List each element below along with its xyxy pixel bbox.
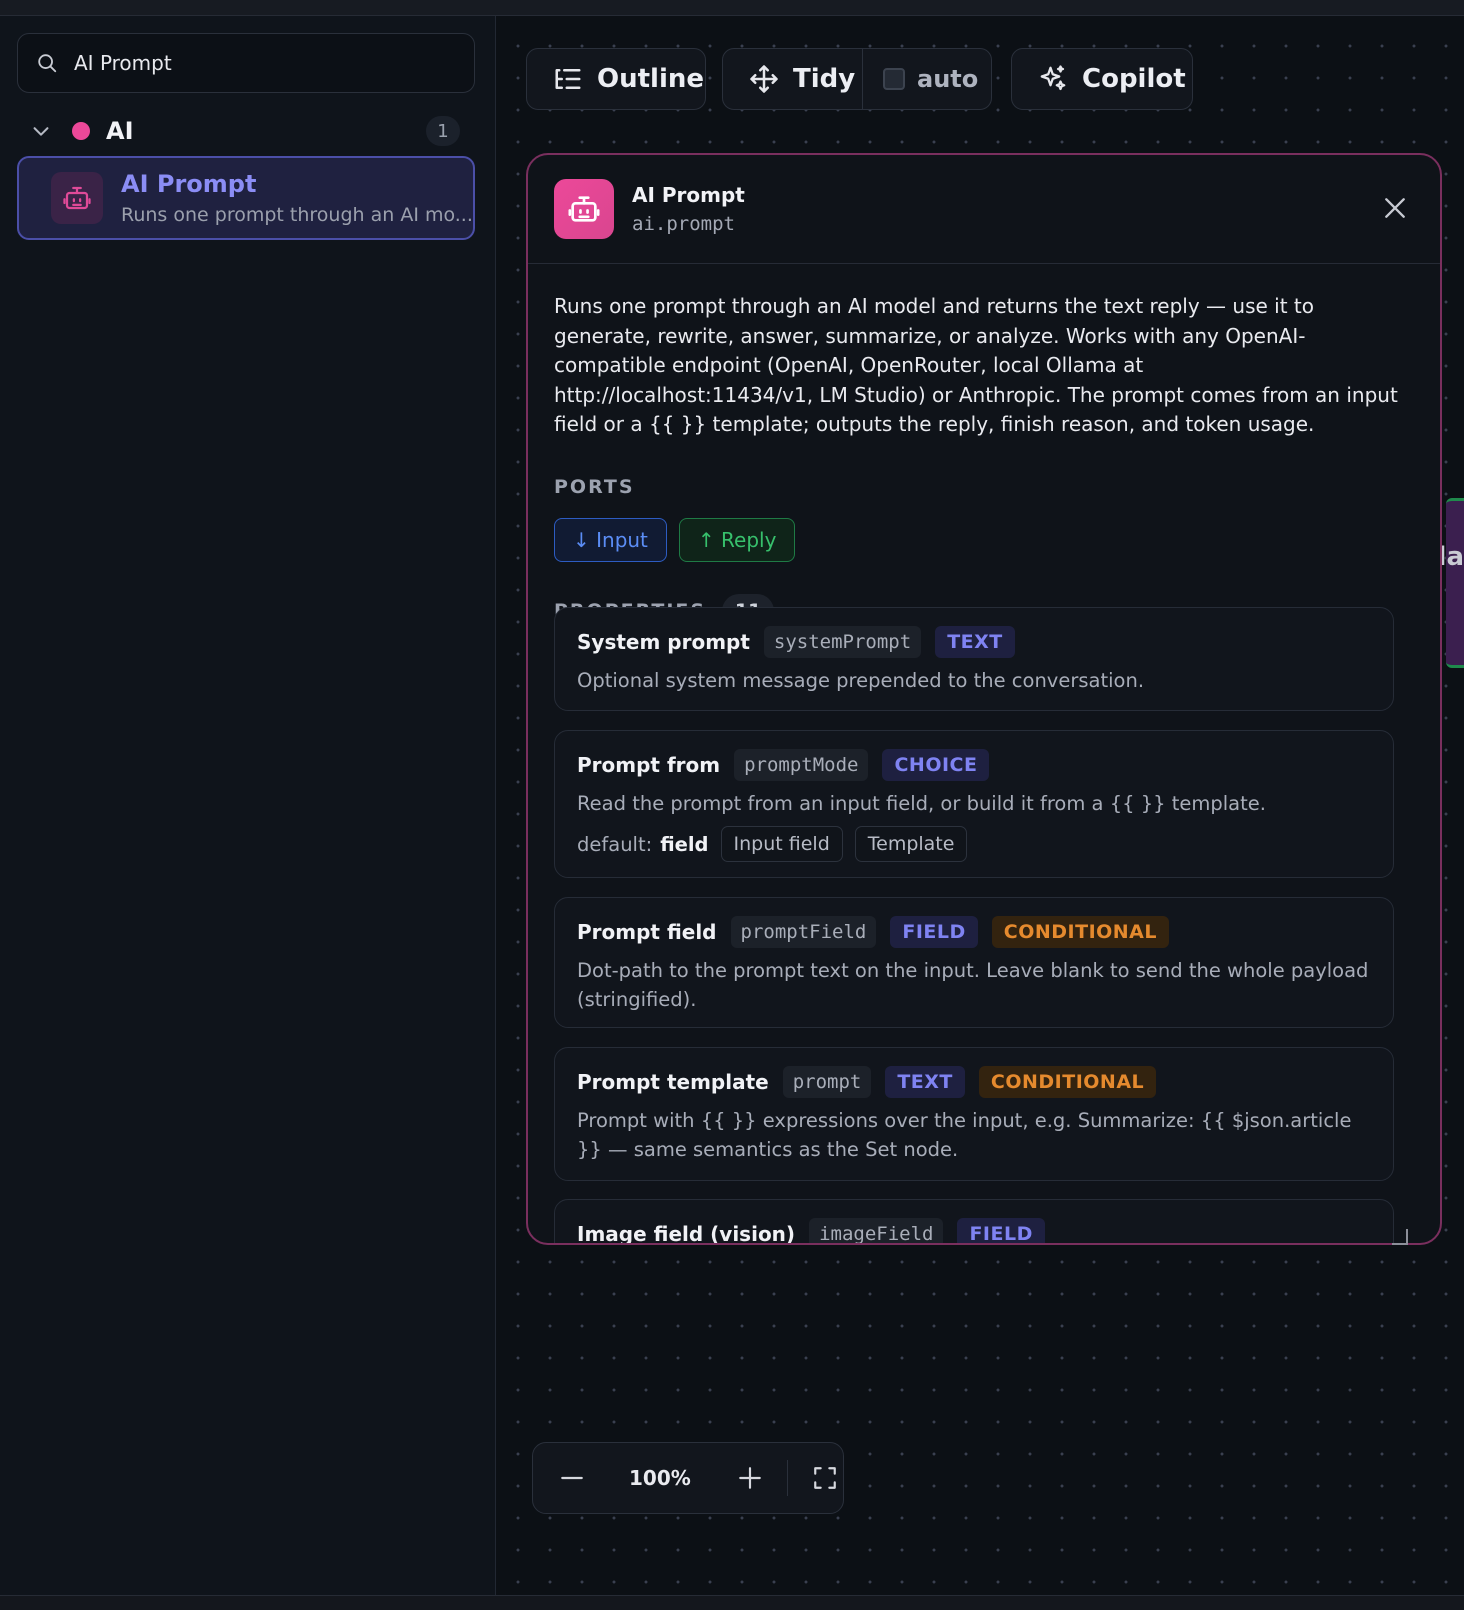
zoom-divider [786,1460,788,1496]
auto-label: auto [917,65,979,93]
property-type-badge: TEXT [885,1066,965,1098]
property-key: promptMode [734,749,869,781]
option-template[interactable]: Template [854,826,968,862]
property-key: promptField [730,916,877,948]
property-key: prompt [782,1066,872,1098]
tidy-label: Tidy [793,64,856,94]
search-input[interactable] [72,50,456,76]
tidy-button[interactable]: Tidy [723,49,863,109]
category-color-dot [72,122,90,140]
property-label: Prompt from [577,753,721,777]
option-input-field[interactable]: Input field [720,826,843,862]
search-box[interactable] [17,33,475,93]
copilot-label: Copilot [1082,64,1186,94]
zoom-level: 100% [629,1466,691,1490]
default-label: default: [577,832,653,856]
zoom-controls: 100% [532,1442,844,1514]
copilot-button[interactable]: Copilot [1011,48,1193,110]
panel-node-type: ai.prompt [632,213,735,235]
property-type-badge: CHOICE [882,749,990,781]
property-description: Optional system message prepended to the… [577,669,1145,692]
ports-heading-text: PORTS [554,475,635,498]
outline-button[interactable]: Outline [526,48,706,110]
close-icon[interactable] [1382,195,1408,221]
node-item-title: AI Prompt [121,170,257,198]
category-name: AI [106,117,134,145]
panel-title: AI Prompt [632,183,745,207]
node-library-sidebar: AI 1 AI Prompt Runs one prompt through a… [0,16,496,1596]
robot-icon [51,172,103,224]
top-bar [0,0,1464,16]
ports-heading: PORTS [554,476,1414,498]
chevron-down-icon[interactable] [30,120,52,142]
default-value: field [660,832,709,856]
port-reply[interactable]: ↑ Reply [678,517,796,562]
panel-header: AI Prompt ai.prompt [528,155,1440,264]
property-label: Prompt field [577,920,717,944]
tidy-group: Tidy auto [722,48,992,110]
bottom-bar [0,1595,1464,1610]
ports-list: ↓ Input ↑ Reply [554,517,1414,562]
zoom-out-icon[interactable] [559,1465,585,1491]
property-card-image-field[interactable]: Image field (vision) imageField FIELD [554,1199,1394,1245]
category-count-badge: 1 [426,116,460,146]
background-node-fragment[interactable] [1446,498,1464,668]
node-details-panel: AI Prompt ai.prompt Runs one prompt thro… [526,153,1442,1245]
property-label: Image field (vision) [577,1222,796,1245]
workflow-canvas[interactable]: Outline Tidy auto Copilot la AI Prompt a… [496,16,1464,1596]
property-card-prompt-template[interactable]: Prompt template prompt TEXT CONDITIONAL … [554,1047,1394,1181]
conditional-badge: CONDITIONAL [991,916,1169,948]
port-input[interactable]: ↓ Input [554,517,667,562]
sparkles-icon [1040,65,1066,91]
auto-checkbox[interactable] [883,68,905,90]
outline-label: Outline [597,64,705,94]
property-card-prompt-from[interactable]: Prompt from promptMode CHOICE Read the p… [554,730,1394,878]
move-arrows-icon [750,65,778,93]
property-label: System prompt [577,630,750,654]
auto-tidy-toggle[interactable]: auto [863,65,978,93]
property-description: Dot-path to the prompt text on the input… [577,959,1369,1011]
robot-icon [554,179,614,239]
zoom-in-icon[interactable] [737,1465,763,1491]
search-icon [38,54,57,73]
property-card-prompt-field[interactable]: Prompt field promptField FIELD CONDITION… [554,897,1394,1028]
property-key: imageField [809,1218,944,1243]
property-type-badge: FIELD [957,1218,1045,1243]
conditional-badge: CONDITIONAL [978,1066,1157,1098]
property-card-system-prompt[interactable]: System prompt systemPrompt TEXT Optional… [554,607,1394,711]
property-label: Prompt template [577,1070,769,1094]
property-description: Read the prompt from an input field, or … [577,792,1266,815]
property-key: systemPrompt [763,626,922,658]
property-type-badge: TEXT [935,626,1015,658]
node-item-ai-prompt[interactable]: AI Prompt Runs one prompt through an AI … [17,156,475,240]
outline-icon [555,69,581,89]
default-row: default: field Input field Template [577,826,1371,862]
category-ai-header[interactable]: AI 1 [30,114,460,148]
node-description: Runs one prompt through an AI model and … [554,294,1398,436]
node-item-subtitle: Runs one prompt through an AI mo... [121,204,473,226]
fit-view-icon[interactable] [812,1465,838,1491]
property-description: Prompt with {{ }} expressions over the i… [577,1109,1352,1161]
panel-resize-handle[interactable] [1392,1229,1408,1245]
property-type-badge: FIELD [890,916,978,948]
